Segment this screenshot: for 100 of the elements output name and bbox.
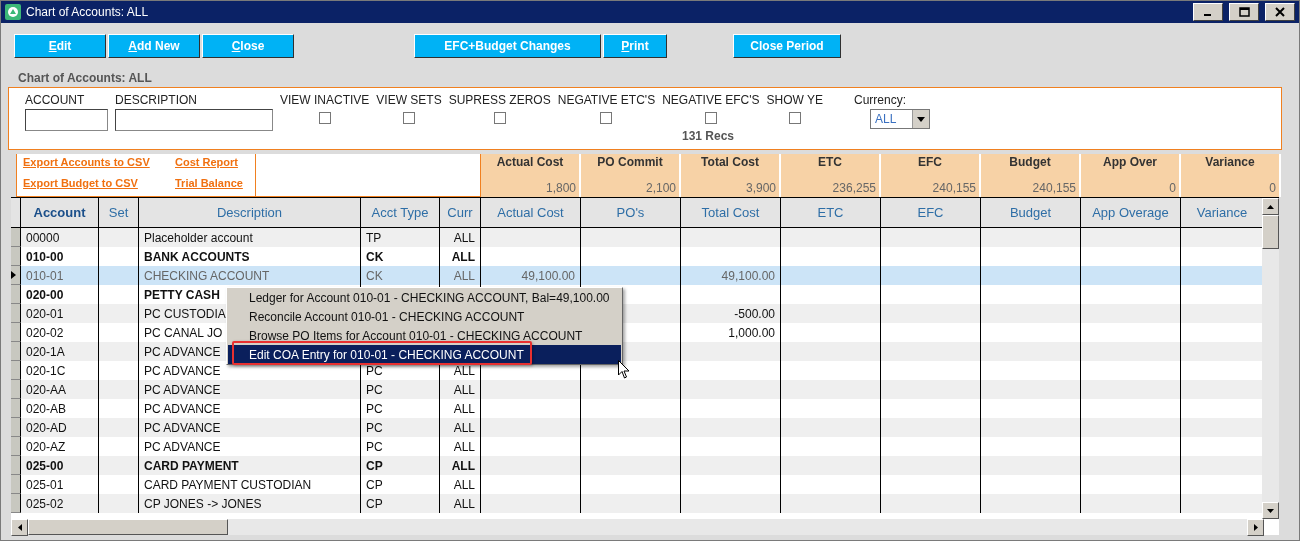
column-header[interactable]: Acct Type	[361, 198, 440, 228]
row-header[interactable]	[11, 437, 21, 456]
checkbox[interactable]	[600, 112, 613, 124]
currency-select[interactable]: ALL	[870, 109, 931, 129]
export-link[interactable]: Trial Balance	[175, 177, 249, 194]
row-header[interactable]	[11, 285, 21, 304]
toolbar-button[interactable]: Print	[603, 34, 667, 58]
row-header[interactable]	[11, 361, 21, 380]
account-cell: 020-AA	[21, 380, 99, 399]
column-header[interactable]: Set	[99, 198, 139, 228]
export-link[interactable]: Export Accounts to CSV	[23, 156, 175, 173]
field-label: ACCOUNT	[25, 93, 86, 107]
row-header[interactable]	[11, 342, 21, 361]
checkbox-label: SHOW YE	[766, 93, 824, 107]
currency-cell: ALL	[440, 228, 481, 247]
toolbar-button[interactable]: Add New	[108, 34, 200, 58]
summary-value: 3,900	[744, 181, 776, 195]
currency-cell: ALL	[440, 266, 481, 285]
export-link[interactable]: Export Budget to CSV	[23, 177, 175, 194]
column-header[interactable]: Description	[139, 198, 361, 228]
summary-value: 1,800	[544, 181, 576, 195]
row-header[interactable]	[11, 304, 21, 323]
checkbox[interactable]	[704, 112, 717, 124]
toolbar-button[interactable]: EFC+Budget Changes	[414, 34, 601, 58]
column-header[interactable]: Budget	[981, 198, 1081, 228]
row-header[interactable]	[11, 418, 21, 437]
column-header[interactable]: Actual Cost	[481, 198, 581, 228]
acct-type-cell: PC	[361, 418, 440, 437]
row-header[interactable]	[11, 247, 21, 266]
checkbox[interactable]	[493, 112, 506, 124]
currency-cell: ALL	[440, 418, 481, 437]
description-cell: CHECKING ACCOUNT	[139, 266, 361, 285]
description-cell: CARD PAYMENT	[139, 456, 361, 475]
maximize-button[interactable]	[1229, 3, 1259, 21]
checkbox-label: VIEW SETS	[376, 93, 442, 107]
account-cell: 020-AD	[21, 418, 99, 437]
acct-type-cell: PC	[361, 380, 440, 399]
window-title: Chart of Accounts: ALL	[26, 5, 150, 19]
record-count: 131 Recs	[681, 129, 736, 143]
scroll-up-button[interactable]	[1262, 198, 1279, 215]
page-subtitle: Chart of Accounts: ALL	[17, 71, 153, 87]
column-header[interactable]: Account	[21, 198, 99, 228]
summary-value: 2,100	[644, 181, 676, 195]
summary-label: PO Commit	[596, 155, 664, 169]
scroll-thumb[interactable]	[1262, 215, 1279, 249]
row-header[interactable]	[11, 266, 21, 285]
row-header[interactable]	[11, 399, 21, 418]
currency-cell: ALL	[440, 494, 481, 513]
column-header[interactable]: PO's	[581, 198, 681, 228]
description-cell: PC ADVANCE	[139, 380, 361, 399]
description-cell: CP JONES -> JONES	[139, 494, 361, 513]
row-header[interactable]	[11, 475, 21, 494]
actual-cost-cell: 49,100.00	[481, 266, 581, 285]
column-header[interactable]: App Overage	[1081, 198, 1181, 228]
menu-item[interactable]: Edit COA Entry for 010-01 - CHECKING ACCOUNT	[228, 345, 621, 364]
account-cell: 010-01	[21, 266, 99, 285]
field-label: DESCRIPTION	[115, 93, 198, 107]
scroll-thumb[interactable]	[28, 519, 228, 535]
horizontal-scrollbar[interactable]	[11, 519, 1264, 535]
acct-type-cell: TP	[361, 228, 440, 247]
row-header[interactable]	[11, 456, 21, 475]
row-header[interactable]	[11, 380, 21, 399]
row-header[interactable]	[11, 228, 21, 247]
account-input-field[interactable]	[25, 109, 108, 131]
column-header[interactable]: ETC	[781, 198, 881, 228]
up-arrow-icon	[1267, 204, 1274, 209]
vertical-scrollbar[interactable]	[1262, 198, 1279, 519]
close-icon	[1275, 7, 1285, 17]
column-header[interactable]: EFC	[881, 198, 981, 228]
column-header[interactable]: Total Cost	[681, 198, 781, 228]
toolbar-button[interactable]: Edit	[14, 34, 106, 58]
checkbox-label: SUPRESS ZEROS	[448, 93, 551, 107]
summary-value: 0	[1168, 181, 1176, 195]
column-header[interactable]: Variance	[1181, 198, 1262, 228]
summary-label: EFC	[917, 155, 943, 169]
currency-cell: ALL	[440, 456, 481, 475]
checkbox[interactable]	[403, 112, 415, 124]
scroll-left-button[interactable]	[11, 519, 28, 536]
row-header[interactable]	[11, 494, 21, 513]
checkbox[interactable]	[788, 112, 801, 124]
summary-label: App Over	[1102, 155, 1158, 169]
minimize-button[interactable]	[1193, 3, 1223, 21]
summary-value: 240,155	[1031, 181, 1076, 195]
down-arrow-icon	[1267, 508, 1274, 513]
close-button[interactable]	[1265, 3, 1295, 21]
app-logo-icon	[5, 4, 21, 20]
summary-label: Budget	[1008, 155, 1052, 169]
toolbar-button[interactable]: Close	[202, 34, 294, 58]
checkbox[interactable]	[318, 112, 331, 124]
description-cell: PC ADVANCE	[139, 418, 361, 437]
row-header[interactable]	[11, 323, 21, 342]
scroll-down-button[interactable]	[1262, 502, 1279, 519]
column-header[interactable]: Curr	[440, 198, 481, 228]
description-input-field[interactable]	[115, 109, 273, 131]
total-cost-cell: -500.00	[681, 304, 781, 323]
toolbar-button[interactable]: Close Period	[733, 34, 841, 58]
scroll-right-button[interactable]	[1247, 519, 1264, 536]
summary-label: Actual Cost	[495, 155, 565, 169]
account-cell: 00000	[21, 228, 99, 247]
export-link[interactable]: Cost Report	[175, 156, 249, 173]
